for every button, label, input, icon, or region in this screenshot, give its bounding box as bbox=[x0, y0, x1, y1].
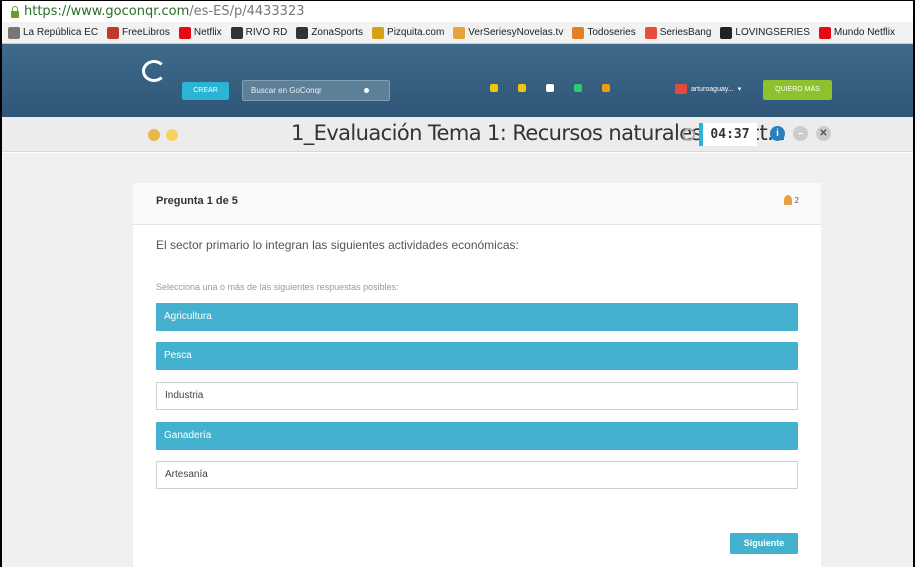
question-text: El sector primario lo integran las sigui… bbox=[156, 238, 519, 252]
mail-icon[interactable] bbox=[546, 84, 554, 92]
answer-option[interactable]: Agricultura bbox=[156, 303, 798, 331]
url-path: /es-ES/p/4433323 bbox=[189, 4, 305, 19]
site-header: CREAR Buscar en GoConqr arturoaguay... ▾… bbox=[2, 44, 913, 117]
minimize-icon[interactable]: – bbox=[793, 126, 808, 141]
bookmark-item[interactable]: LOVINGSERIES bbox=[720, 26, 810, 39]
create-button[interactable]: CREAR bbox=[182, 82, 229, 100]
bookmark-item[interactable]: Pizquita.com bbox=[372, 26, 445, 39]
bookmark-item[interactable]: SeriesBang bbox=[644, 26, 712, 39]
notes-icon[interactable] bbox=[490, 84, 498, 92]
search-placeholder: Buscar en GoConqr bbox=[251, 86, 322, 95]
quiz-title-bar: 1_Evaluación Tema 1: Recursos naturales … bbox=[2, 117, 913, 152]
answer-option[interactable]: Pesca bbox=[156, 342, 798, 370]
bookmark-label: Netflix bbox=[193, 27, 222, 38]
avatar bbox=[675, 84, 687, 94]
bookmark-label: LOVINGSERIES bbox=[735, 27, 810, 38]
header-icons bbox=[490, 84, 610, 92]
answer-option[interactable]: Ganadería bbox=[156, 422, 798, 450]
question-header: Pregunta 1 de 5 2 bbox=[133, 183, 821, 225]
bookmark-label: SeriesBang bbox=[659, 27, 712, 38]
tv-icon bbox=[453, 26, 466, 39]
bookmark-item[interactable]: Netflix bbox=[178, 26, 222, 39]
bookmarks-bar: La República EC FreeLibros Netflix RIVO RD Z… bbox=[2, 22, 913, 44]
book-icon bbox=[107, 26, 120, 39]
answer-option[interactable]: Industria bbox=[156, 382, 798, 410]
bookmark-label: Pizquita.com bbox=[387, 27, 445, 38]
quiero-mas-button[interactable]: QUIERO MÁS bbox=[763, 80, 832, 100]
bookmark-item[interactable]: La República EC bbox=[8, 26, 99, 39]
address-bar[interactable]: https://www.goconqr.com/es-ES/p/4433323 bbox=[2, 0, 913, 22]
question-counter: Pregunta 1 de 5 bbox=[156, 195, 238, 207]
bookmark-label: La República EC bbox=[23, 27, 99, 38]
points-value: 2 bbox=[794, 195, 799, 205]
bookmark-item[interactable]: Mundo Netflix bbox=[818, 26, 895, 39]
bookmark-item[interactable]: VerSeriesyNovelas.tv bbox=[453, 26, 564, 39]
help-icon[interactable] bbox=[574, 84, 582, 92]
bookmark-label: VerSeriesyNovelas.tv bbox=[468, 27, 564, 38]
bookmark-item[interactable]: Todoseries bbox=[572, 26, 636, 39]
goconqr-logo-icon[interactable] bbox=[142, 60, 166, 82]
bookmark-item[interactable]: FreeLibros bbox=[107, 26, 170, 39]
seriesbang-icon bbox=[644, 26, 657, 39]
bookmark-label: Mundo Netflix bbox=[833, 27, 895, 38]
award-icon bbox=[783, 195, 792, 205]
bookmark-item[interactable]: ZonaSports bbox=[296, 26, 364, 39]
netflix-icon bbox=[818, 26, 831, 39]
username: arturoaguay... bbox=[691, 85, 734, 93]
answer-option[interactable]: Artesanía bbox=[156, 461, 798, 489]
question-card: Pregunta 1 de 5 2 El sector primario lo … bbox=[133, 183, 821, 567]
netflix-icon bbox=[178, 26, 191, 39]
clock-icon bbox=[682, 128, 695, 141]
pizquita-icon bbox=[372, 26, 385, 39]
close-icon[interactable]: ✕ bbox=[816, 126, 831, 141]
url-host: https://www.goconqr.com bbox=[24, 4, 190, 19]
comment-icon[interactable] bbox=[166, 129, 178, 141]
user-menu[interactable]: arturoaguay... ▾ bbox=[675, 84, 741, 94]
todoseries-icon bbox=[572, 26, 585, 39]
search-input[interactable]: Buscar en GoConqr bbox=[242, 80, 390, 101]
bookmark-label: Todoseries bbox=[587, 27, 636, 38]
bookmark-label: ZonaSports bbox=[311, 27, 364, 38]
info-icon[interactable]: i bbox=[770, 126, 785, 141]
search-icon[interactable] bbox=[364, 88, 369, 93]
groups-icon[interactable] bbox=[518, 84, 526, 92]
question-instruction: Selecciona una o más de las siguientes r… bbox=[156, 282, 399, 292]
dots-icon bbox=[230, 26, 243, 39]
news-icon bbox=[8, 26, 20, 39]
ball-icon bbox=[296, 26, 309, 39]
points-badge: 2 bbox=[783, 195, 799, 205]
chevron-down-icon: ▾ bbox=[737, 86, 742, 93]
next-button[interactable]: Siguiente bbox=[730, 533, 798, 554]
timer: 04:37 bbox=[699, 123, 757, 146]
lock-icon bbox=[10, 5, 20, 18]
folder-icon[interactable] bbox=[148, 129, 160, 141]
bell-icon[interactable] bbox=[602, 84, 610, 92]
bookmark-item[interactable]: RIVO RD bbox=[230, 26, 288, 39]
bookmark-label: FreeLibros bbox=[122, 27, 170, 38]
lovingseries-icon bbox=[720, 26, 733, 39]
bookmark-label: RIVO RD bbox=[245, 27, 288, 38]
